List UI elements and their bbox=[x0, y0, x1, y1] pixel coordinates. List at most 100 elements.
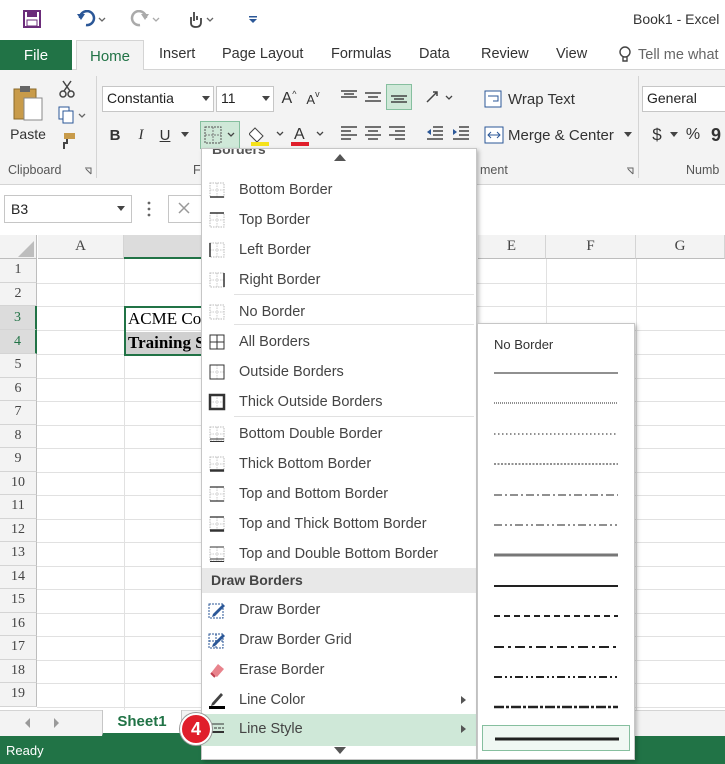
menu-item-erase-border[interactable]: Erase Border bbox=[202, 655, 476, 685]
italic-button[interactable]: I bbox=[130, 122, 152, 148]
menu-item-top-border[interactable]: Top Border bbox=[202, 205, 476, 235]
select-all-corner[interactable] bbox=[0, 235, 37, 259]
menu-item-top-and-bottom-border[interactable]: Top and Bottom Border bbox=[202, 479, 476, 509]
redo-icon[interactable] bbox=[128, 8, 162, 30]
menu-item-bottom-double-border[interactable]: Bottom Double Border bbox=[202, 419, 476, 449]
wrap-text-button[interactable]: Wrap Text bbox=[484, 86, 580, 112]
menu-item-right-border[interactable]: Right Border bbox=[202, 265, 476, 295]
touch-mode-icon[interactable] bbox=[184, 8, 218, 30]
line-style-option-dash-dot[interactable] bbox=[482, 482, 630, 508]
line-style-option-dashed-fine[interactable] bbox=[482, 451, 630, 477]
fill-color-icon[interactable] bbox=[248, 122, 286, 148]
scroll-up-icon[interactable] bbox=[334, 153, 346, 161]
name-box[interactable]: B3 bbox=[4, 195, 132, 223]
column-header-b[interactable] bbox=[124, 235, 202, 259]
menu-item-line-color[interactable]: Line Color bbox=[202, 685, 476, 715]
line-style-option-hair[interactable] bbox=[482, 390, 630, 416]
line-style-option-dashed[interactable] bbox=[482, 603, 630, 629]
menu-item-top-and-double-bottom-border[interactable]: Top and Double Bottom Border bbox=[202, 539, 476, 569]
row-header[interactable]: 5 bbox=[0, 354, 37, 378]
undo-icon[interactable] bbox=[74, 8, 108, 30]
row-header[interactable]: 10 bbox=[0, 471, 37, 495]
menu-item-line-style[interactable]: Line Style bbox=[202, 714, 476, 746]
row-header[interactable]: 13 bbox=[0, 542, 37, 566]
column-header-e[interactable]: E bbox=[478, 235, 546, 259]
align-bottom-icon[interactable] bbox=[386, 84, 412, 110]
dialog-launcher-icon[interactable] bbox=[83, 166, 93, 176]
row-header[interactable]: 6 bbox=[0, 377, 37, 401]
column-header-f[interactable]: F bbox=[546, 235, 636, 259]
align-right-icon[interactable] bbox=[386, 122, 408, 144]
borders-button[interactable] bbox=[200, 121, 240, 149]
cell-b3[interactable]: ACME Co bbox=[128, 309, 202, 329]
increase-font-size-icon[interactable]: A ^ bbox=[278, 86, 300, 112]
orientation-icon[interactable] bbox=[422, 86, 456, 108]
row-header[interactable]: 2 bbox=[0, 282, 37, 306]
menu-item-outside-borders[interactable]: Outside Borders bbox=[202, 357, 476, 387]
merge-center-button[interactable]: Merge & Center bbox=[484, 122, 634, 148]
line-style-none[interactable]: No Border bbox=[478, 332, 634, 356]
increase-indent-icon[interactable] bbox=[450, 122, 472, 144]
paste-button[interactable]: Paste bbox=[8, 78, 48, 148]
number-format-select[interactable]: General bbox=[642, 86, 725, 112]
font-color-icon[interactable]: A bbox=[288, 122, 326, 148]
column-header-a[interactable]: A bbox=[38, 235, 124, 259]
line-style-option-thin[interactable] bbox=[482, 360, 630, 386]
format-painter-icon[interactable] bbox=[56, 130, 78, 152]
scroll-down-button[interactable] bbox=[202, 743, 476, 759]
line-style-option-slant-dash-dot[interactable] bbox=[482, 694, 630, 720]
row-header[interactable]: 4 bbox=[0, 330, 37, 354]
cell-b4[interactable]: Training S bbox=[128, 333, 202, 353]
line-style-option-medium[interactable] bbox=[482, 573, 630, 599]
tab-page-layout[interactable]: Page Layout bbox=[222, 46, 303, 62]
menu-item-top-and-thick-bottom-border[interactable]: Top and Thick Bottom Border bbox=[202, 509, 476, 539]
more-options-icon[interactable] bbox=[146, 199, 152, 219]
row-header[interactable]: 17 bbox=[0, 636, 37, 660]
menu-item-thick-outside-borders[interactable]: Thick Outside Borders bbox=[202, 387, 476, 417]
row-header[interactable]: 9 bbox=[0, 448, 37, 472]
column-header-g[interactable]: G bbox=[636, 235, 725, 259]
cut-icon[interactable] bbox=[56, 78, 78, 100]
line-style-option-medium-dash-dot-dot[interactable] bbox=[482, 664, 630, 690]
decrease-indent-icon[interactable] bbox=[424, 122, 446, 144]
tab-formulas[interactable]: Formulas bbox=[331, 46, 391, 62]
menu-item-thick-bottom-border[interactable]: Thick Bottom Border bbox=[202, 449, 476, 479]
row-header[interactable]: 19 bbox=[0, 683, 37, 707]
scroll-tabs-right-icon[interactable] bbox=[52, 718, 60, 728]
tab-home[interactable]: Home bbox=[76, 40, 144, 71]
tab-view[interactable]: View bbox=[556, 46, 587, 62]
dialog-launcher-icon[interactable] bbox=[625, 166, 635, 176]
row-header[interactable]: 18 bbox=[0, 659, 37, 683]
font-name-select[interactable]: Constantia bbox=[102, 86, 214, 112]
font-size-select[interactable]: 11 bbox=[216, 86, 274, 112]
comma-style-button[interactable]: 9 bbox=[708, 122, 724, 148]
customize-qat-icon[interactable] bbox=[246, 8, 260, 30]
menu-item-draw-border[interactable]: Draw Border bbox=[202, 595, 476, 625]
row-header[interactable]: 12 bbox=[0, 518, 37, 542]
save-icon[interactable] bbox=[20, 8, 44, 30]
line-style-option-medium-dash-dot[interactable] bbox=[482, 634, 630, 660]
underline-button[interactable]: U bbox=[154, 122, 176, 148]
percent-button[interactable]: % bbox=[684, 122, 702, 148]
line-style-option-dash-dot-dot[interactable] bbox=[482, 512, 630, 538]
copy-icon[interactable] bbox=[56, 104, 88, 126]
menu-item-all-borders[interactable]: All Borders bbox=[202, 327, 476, 357]
underline-dropdown-icon[interactable] bbox=[178, 122, 192, 148]
tab-data[interactable]: Data bbox=[419, 46, 450, 62]
tab-review[interactable]: Review bbox=[481, 46, 529, 62]
menu-item-left-border[interactable]: Left Border bbox=[202, 235, 476, 265]
row-header[interactable]: 7 bbox=[0, 401, 37, 425]
row-header[interactable]: 1 bbox=[0, 259, 37, 283]
align-middle-icon[interactable] bbox=[362, 86, 384, 108]
tab-file[interactable]: File bbox=[0, 40, 72, 70]
currency-dropdown-icon[interactable] bbox=[668, 122, 680, 148]
align-top-icon[interactable] bbox=[338, 86, 360, 108]
line-style-option-thick[interactable] bbox=[482, 724, 630, 751]
tell-me-box[interactable]: Tell me what bbox=[618, 46, 719, 64]
row-header[interactable]: 11 bbox=[0, 495, 37, 519]
menu-item-bottom-border[interactable]: Bottom Border bbox=[202, 175, 476, 205]
menu-item-no-border[interactable]: No Border bbox=[202, 297, 476, 327]
decrease-font-size-icon[interactable]: Av bbox=[302, 86, 324, 112]
row-header[interactable]: 8 bbox=[0, 424, 37, 448]
align-left-icon[interactable] bbox=[338, 122, 360, 144]
